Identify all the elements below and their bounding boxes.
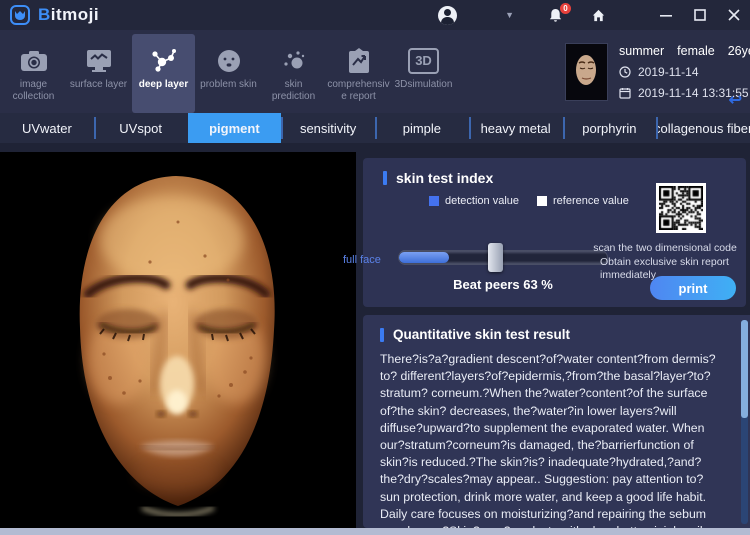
maximize-button[interactable] [694, 9, 706, 21]
title-accent-bar [380, 328, 384, 342]
qr-caption: scan the two dimensional code [590, 242, 740, 254]
titlebar: Bitmoji ▼ 0 [0, 0, 750, 30]
camera-icon [20, 43, 48, 79]
notification-badge: 0 [560, 3, 571, 14]
calendar-icon [619, 87, 631, 99]
legend-detection-label: detection value [445, 195, 519, 207]
record-date: 2019-11-14 [638, 65, 699, 79]
3d-icon: 3D [408, 43, 439, 79]
toolbar-item-label: comprehensive report [327, 79, 390, 103]
report-icon [346, 43, 372, 79]
toolbar-item-problem-skin[interactable]: problem skin [197, 34, 260, 113]
toolbar-item-label: image collection [2, 79, 65, 103]
slider-handle[interactable] [488, 243, 503, 272]
undo-back-icon[interactable]: ↩ [729, 90, 742, 110]
scrollbar-thumb[interactable] [741, 320, 748, 418]
patient-gender: female [677, 44, 715, 58]
user-avatar[interactable] [438, 6, 457, 25]
toolbar-item-3d-simulation[interactable]: 3D 3Dsimulation [392, 34, 455, 113]
patient-age: 26years old [728, 44, 750, 58]
result-panel-title: Quantitative skin test result [363, 315, 750, 342]
detection-value-swatch [429, 196, 439, 206]
face-scan-panel [0, 152, 356, 528]
toolbar-item-image-collection[interactable]: image collection [2, 34, 65, 113]
slider-label: full face [343, 254, 381, 266]
app-title: Bitmoji [38, 5, 99, 25]
monitor-wave-icon [85, 43, 113, 79]
minimize-button[interactable] [660, 9, 672, 21]
print-button[interactable]: print [650, 276, 736, 300]
app-logo-icon [10, 5, 30, 25]
toolbar-item-skin-prediction[interactable]: skin prediction [262, 34, 325, 113]
beat-peers-label: Beat peers 63 % [398, 277, 608, 292]
tab-pimple[interactable]: pimple [375, 113, 469, 143]
face-icon [216, 43, 242, 79]
molecule-icon [149, 43, 179, 79]
notifications-bell-icon[interactable]: 0 [548, 8, 563, 23]
tab-porphyrin[interactable]: porphyrin [563, 113, 657, 143]
tab-collagenous-fiber[interactable]: collagenous fiber [656, 113, 750, 143]
analysis-tabbar: UVwater UVspot pigment sensitivity pimpl… [0, 113, 750, 143]
reference-value-swatch [537, 196, 547, 206]
tab-uvspot[interactable]: UVspot [94, 113, 188, 143]
skin-test-index-panel: skin test index detection value referenc… [363, 158, 746, 307]
patient-thumbnail[interactable] [565, 43, 608, 101]
toolbar-item-deep-layer[interactable]: deep layer [132, 34, 195, 113]
quantitative-result-panel: Quantitative skin test result There?is?a… [363, 315, 750, 528]
clock-icon [619, 66, 631, 78]
patient-info: summer female 26years old ✎ 2019-11-14 2… [565, 43, 750, 101]
qr-code [656, 183, 706, 233]
toolbar-item-label: problem skin [200, 79, 257, 91]
chevron-down-icon[interactable]: ▼ [505, 10, 514, 20]
result-body-text: There?is?a?gradient descent?of?water con… [380, 351, 722, 535]
toolbar-item-label: deep layer [139, 79, 188, 91]
main-content: skin test index detection value referenc… [0, 143, 750, 528]
toolbar-item-comprehensive-report[interactable]: comprehensive report [327, 34, 390, 113]
patient-name: summer [619, 44, 664, 58]
bottom-strip [0, 528, 750, 535]
slider-fill [399, 252, 449, 263]
tab-sensitivity[interactable]: sensitivity [281, 113, 375, 143]
full-face-slider[interactable] [398, 250, 608, 265]
title-accent-bar [383, 171, 387, 185]
dots-icon [280, 43, 308, 79]
tab-uvwater[interactable]: UVwater [0, 113, 94, 143]
home-icon[interactable] [591, 8, 606, 23]
tab-pigment[interactable]: pigment [188, 113, 282, 143]
tab-heavy-metal[interactable]: heavy metal [469, 113, 563, 143]
index-panel-title: skin test index [363, 158, 746, 186]
toolbar: image collection surface layer deep laye… [0, 30, 750, 113]
toolbar-item-surface-layer[interactable]: surface layer [67, 34, 130, 113]
toolbar-item-label: 3Dsimulation [395, 79, 453, 91]
result-scrollbar[interactable] [741, 320, 748, 524]
toolbar-item-label: skin prediction [262, 79, 325, 103]
close-button[interactable] [728, 9, 740, 21]
toolbar-item-label: surface layer [70, 79, 127, 91]
legend-reference-label: reference value [553, 195, 629, 207]
face-scan-image [0, 152, 356, 528]
